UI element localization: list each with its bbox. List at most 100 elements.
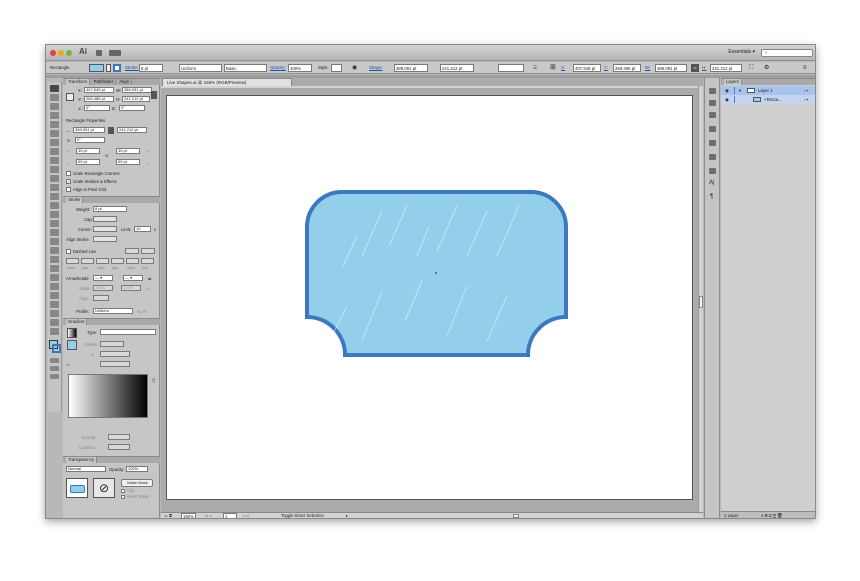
graphic-styles-panel-icon[interactable] xyxy=(709,140,716,146)
mesh-tool-icon[interactable] xyxy=(50,247,59,254)
swap-arrowheads-icon[interactable]: ⇄ xyxy=(148,276,152,281)
blend-mode-select[interactable]: Normal xyxy=(66,466,106,472)
visibility-eye-icon[interactable]: ◉ xyxy=(725,86,729,95)
h-field[interactable]: 241.212 pt xyxy=(710,64,742,72)
graphic-style-dropdown[interactable] xyxy=(331,64,342,72)
color-panel-icon[interactable] xyxy=(709,88,716,94)
transform-x-field[interactable]: 407.545 pt xyxy=(84,87,114,93)
clip-checkbox[interactable] xyxy=(121,489,125,493)
symbols-panel-icon[interactable] xyxy=(709,126,716,132)
tab-pathfinder[interactable]: Pathfinder xyxy=(92,79,117,85)
close-window-button[interactable] xyxy=(50,50,56,56)
corner-tr-field[interactable]: 40 pt xyxy=(116,148,140,154)
rect-rotate-field[interactable]: 0° xyxy=(75,137,105,143)
symbol-sprayer-tool-icon[interactable] xyxy=(50,283,59,290)
gap-field-2[interactable] xyxy=(111,258,124,264)
expand-triangle-icon[interactable]: ▾ xyxy=(739,86,741,95)
x-link[interactable]: X: xyxy=(561,64,565,72)
help-search-input[interactable]: ⌕ xyxy=(761,49,813,57)
gap-field-1[interactable] xyxy=(81,258,94,264)
stroke-color-icon[interactable] xyxy=(52,344,61,353)
zoom-tool-icon[interactable] xyxy=(50,328,59,335)
gradient-tool-icon[interactable] xyxy=(50,256,59,263)
bridge-icon[interactable] xyxy=(96,50,102,56)
vertical-scrollbar[interactable] xyxy=(698,86,703,512)
stroke-weight-field[interactable]: 8 pt xyxy=(93,206,127,212)
w-link[interactable]: W: xyxy=(645,64,650,72)
gradient-aspect-field[interactable] xyxy=(100,361,130,367)
align-pixel-checkbox[interactable] xyxy=(66,187,71,192)
sublayer-name[interactable]: <Recta... xyxy=(764,95,782,104)
link-radii-icon[interactable]: ⊝ xyxy=(105,153,109,158)
corner-tl-field[interactable]: 40 pt xyxy=(76,148,100,154)
arrow-align-buttons[interactable] xyxy=(93,295,109,301)
dash-field-3[interactable] xyxy=(126,258,139,264)
graph-tool-icon[interactable] xyxy=(50,292,59,299)
sublayer-row[interactable]: ◉ <Recta... ○▪ xyxy=(721,95,815,104)
stroke-swatch[interactable] xyxy=(113,64,121,72)
rotate-tool-icon[interactable] xyxy=(50,193,59,200)
gap-field-3[interactable] xyxy=(141,258,154,264)
flip-profile-icons[interactable]: ⇋ ⇵ xyxy=(138,309,146,314)
recolor-icon[interactable]: ◉ xyxy=(352,64,357,72)
layers-footer-icons[interactable]: ⌕ ⊕ ⊡ ◲ 🗑 xyxy=(761,512,782,518)
transform-shear-field[interactable]: 0° xyxy=(119,105,145,111)
swatches-panel-icon[interactable] xyxy=(709,100,716,106)
arrow-scale-end-field[interactable]: 100% xyxy=(121,285,141,291)
minimize-window-button[interactable] xyxy=(58,50,64,56)
gradient-angle-field[interactable] xyxy=(100,351,130,357)
document-tab[interactable]: Live Shapes.ai @ 165% (RGB/Preview) xyxy=(162,78,292,86)
object-thumbnail[interactable] xyxy=(66,478,88,498)
fill-swatch[interactable] xyxy=(89,64,104,72)
tab-align[interactable]: Align xyxy=(117,79,132,85)
make-mask-button[interactable]: Make Mask xyxy=(121,479,153,487)
width-tool-icon[interactable] xyxy=(50,211,59,218)
x-field[interactable]: 407.545 pt xyxy=(573,64,601,72)
horizontal-scrollbar[interactable]: ▭ ⧉ 165% |◂ ◂ 1 ▸ ▸| Toggle Direct Selec… xyxy=(161,512,703,518)
perspective-grid-tool-icon[interactable] xyxy=(50,238,59,245)
fill-dropdown[interactable] xyxy=(106,64,111,72)
limit-field[interactable]: 10 xyxy=(134,226,151,232)
color-mode-icon[interactable] xyxy=(50,358,59,363)
gradient-slider-preview[interactable] xyxy=(68,374,148,418)
delete-stop-icon[interactable]: 🗑 xyxy=(151,378,156,384)
variable-width-profile[interactable]: Uniform xyxy=(179,64,222,72)
dash-preserve-button[interactable] xyxy=(125,248,139,254)
status-icons[interactable]: ▭ ⧉ xyxy=(164,513,172,518)
tab-layers[interactable]: Layers xyxy=(724,79,742,85)
h-link[interactable]: H: xyxy=(702,64,706,72)
rect-height-field[interactable]: 241.212 pt xyxy=(117,127,147,133)
align-icon[interactable]: ☰ xyxy=(533,64,537,72)
arrow-scale-link-icon[interactable]: ⊝ xyxy=(147,286,151,291)
w-field[interactable]: 389.091 pt xyxy=(655,64,687,72)
character-panel-icon[interactable]: A| xyxy=(709,180,715,186)
target-icon[interactable]: ○▪ xyxy=(804,86,808,95)
lasso-tool-icon[interactable] xyxy=(50,112,59,119)
eyedropper-tool-icon[interactable] xyxy=(50,265,59,272)
panel-menu-icon[interactable]: ≡ xyxy=(803,64,807,72)
opacity-field[interactable]: 100% xyxy=(288,64,312,72)
screen-mode-icon[interactable] xyxy=(50,374,59,379)
magic-wand-tool-icon[interactable] xyxy=(50,103,59,110)
invert-mask-checkbox[interactable] xyxy=(121,495,125,499)
transform-w-field[interactable]: 389.091 pt xyxy=(122,87,152,93)
link-corners-icon[interactable] xyxy=(108,127,114,134)
corner-radius-field[interactable] xyxy=(498,64,524,72)
y-link[interactable]: Y: xyxy=(604,64,608,72)
reverse-gradient-icon[interactable]: ⇄ xyxy=(66,362,70,367)
pencil-tool-icon[interactable] xyxy=(50,166,59,173)
constrain-wh-icon[interactable] xyxy=(151,91,157,99)
hand-tool-icon[interactable] xyxy=(50,319,59,326)
artboard-page-field[interactable]: 1 xyxy=(223,513,237,518)
dashed-line-checkbox[interactable] xyxy=(66,249,71,254)
rectangle-tool-icon[interactable] xyxy=(50,148,59,155)
layer-name[interactable]: Layer 1 xyxy=(758,86,773,95)
scale-tool-icon[interactable] xyxy=(50,202,59,209)
slice-tool-icon[interactable] xyxy=(50,310,59,317)
free-transform-tool-icon[interactable] xyxy=(50,220,59,227)
direct-selection-tool-icon[interactable] xyxy=(50,94,59,101)
gradient-preview-icon[interactable] xyxy=(67,328,77,338)
rect-width-field[interactable]: 389.091 pt xyxy=(73,127,105,133)
horizontal-scroll-thumb[interactable] xyxy=(513,514,519,518)
object-options-icon[interactable]: ⚙ xyxy=(764,64,769,72)
